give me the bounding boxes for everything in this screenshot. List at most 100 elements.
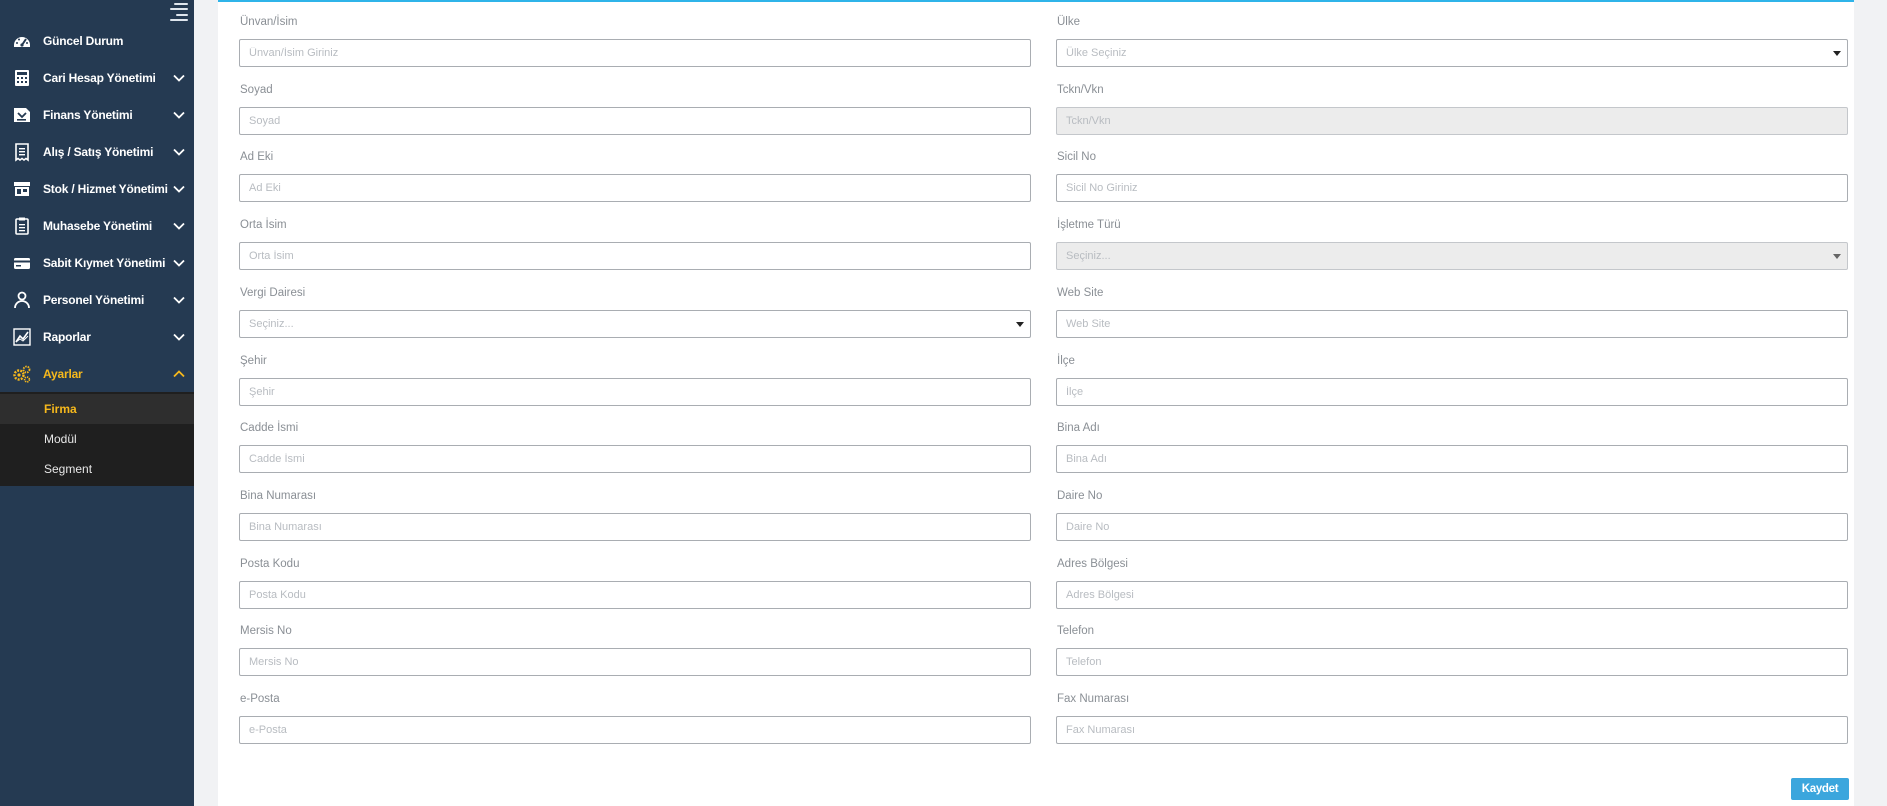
sidebar-item-label: Cari Hesap Yönetimi [43, 70, 156, 85]
soyad-label: Soyad [240, 83, 273, 96]
sidebar-item-label: Güncel Durum [43, 33, 124, 48]
sidebar-item-stok[interactable]: Stok / Hizmet Yönetimi [0, 170, 194, 207]
tckn-vkn-input [1056, 106, 1848, 135]
posta-kodu-label: Posta Kodu [240, 557, 300, 570]
menu-toggle-icon[interactable] [168, 3, 188, 21]
chart-icon [11, 326, 33, 348]
bina-numarasi-input[interactable] [239, 512, 1031, 541]
cadde-i-smi-input[interactable] [239, 445, 1031, 474]
unvan-i-sim-field-group: Ünvan/İsim [239, 13, 1031, 69]
sidebar-item-muhasebe[interactable]: Muhasebe Yönetimi [0, 207, 194, 244]
i-sletme-turu-label: İşletme Türü [1057, 219, 1121, 232]
soyad-input[interactable] [239, 106, 1031, 135]
web-site-label: Web Site [1057, 286, 1104, 299]
panel-accent-line [218, 0, 1854, 2]
chevron-down-icon [172, 219, 186, 233]
clipboard-icon [11, 215, 33, 237]
chevron-down-icon [172, 330, 186, 344]
bina-numarasi-label: Bina Numarası [240, 489, 317, 502]
sicil-no-input[interactable] [1056, 174, 1848, 203]
receipt-icon [11, 141, 33, 163]
fax-numarasi-field-group: Fax Numarası [1056, 690, 1848, 746]
vergi-dairesi-select[interactable]: Seçiniz... [239, 309, 1031, 338]
sidebar-item-alis[interactable]: Alış / Satış Yönetimi [0, 133, 194, 170]
i-sletme-turu-select: Seçiniz... [1056, 242, 1848, 271]
i-lce-label: İlçe [1057, 354, 1075, 367]
telefon-field-group: Telefon [1056, 622, 1848, 678]
sidebar-item-finans[interactable]: Finans Yönetimi [0, 96, 194, 133]
vergi-dairesi-select-placeholder: Seçiniz... [249, 317, 294, 330]
sidebar-item-sabit[interactable]: Sabit Kıymet Yönetimi [0, 244, 194, 281]
mersis-no-field-group: Mersis No [239, 622, 1031, 678]
adres-bolgesi-input[interactable] [1056, 580, 1848, 609]
bina-adi-input[interactable] [1056, 445, 1848, 474]
telefon-label: Telefon [1057, 625, 1095, 638]
tckn-vkn-label: Tckn/Vkn [1057, 83, 1104, 96]
ad-eki-field-group: Ad Eki [239, 148, 1031, 204]
posta-kodu-input[interactable] [239, 580, 1031, 609]
submenu-item-segment[interactable]: Segment [0, 454, 194, 484]
sehir-label: Şehir [240, 354, 267, 367]
sidebar-menu: Güncel Durum Cari Hesap Yönetimi Finans Yö… [0, 22, 194, 486]
sidebar: Güncel Durum Cari Hesap Yönetimi Finans Yö… [0, 0, 194, 806]
e-posta-label: e-Posta [240, 693, 280, 705]
unvan-i-sim-input[interactable] [239, 39, 1031, 67]
unvan-i-sim-label: Ünvan/İsim [240, 16, 298, 28]
chevron-up-icon [172, 367, 186, 381]
sehir-field-group: Şehir [239, 352, 1031, 408]
sidebar-item-label: Stok / Hizmet Yönetimi [43, 181, 168, 196]
sidebar-item-guncel[interactable]: Güncel Durum [0, 22, 194, 59]
e-posta-input[interactable] [239, 716, 1031, 744]
i-lce-input[interactable] [1056, 377, 1848, 406]
save-button[interactable]: Kaydet [1791, 778, 1849, 800]
web-site-input[interactable] [1056, 309, 1848, 338]
sidebar-item-label: Ayarlar [43, 366, 83, 381]
calculator-icon [11, 67, 33, 89]
chevron-down-icon [172, 293, 186, 307]
tckn-vkn-field-group: Tckn/Vkn [1056, 81, 1848, 137]
sidebar-item-ayarlar[interactable]: Ayarlar [0, 355, 194, 392]
ulke-select-placeholder: Ülke Seçiniz [1066, 47, 1127, 59]
chevron-down-icon [172, 71, 186, 85]
i-sletme-turu-field-group: İşletme Türü Seçiniz... [1056, 216, 1848, 272]
daire-no-input[interactable] [1056, 512, 1848, 541]
sidebar-item-label: Raporlar [43, 329, 91, 344]
ulke-select[interactable]: Ülke Seçiniz [1056, 39, 1848, 67]
soyad-field-group: Soyad [239, 81, 1031, 137]
submenu-item-mod-l[interactable]: Modül [0, 424, 194, 454]
caret-down-icon [1833, 254, 1841, 260]
cadde-i-smi-field-group: Cadde İsmi [239, 419, 1031, 475]
adres-bolgesi-label: Adres Bölgesi [1057, 557, 1128, 570]
settings-submenu: Firma Modül Segment [0, 392, 194, 486]
sidebar-item-label: Personel Yönetimi [43, 292, 145, 307]
ulke-field-group: Ülke Ülke Seçiniz [1056, 13, 1848, 69]
chevron-down-icon [172, 145, 186, 159]
ad-eki-input[interactable] [239, 174, 1031, 203]
sidebar-item-cari[interactable]: Cari Hesap Yönetimi [0, 59, 194, 96]
gears-icon [11, 363, 33, 385]
telefon-input[interactable] [1056, 648, 1848, 677]
submenu-item-firma[interactable]: Firma [0, 394, 194, 424]
finance-icon [11, 104, 33, 126]
daire-no-label: Daire No [1057, 489, 1103, 502]
bina-adi-label: Bina Adı [1057, 422, 1100, 435]
mersis-no-input[interactable] [239, 648, 1031, 677]
ulke-label: Ülke [1057, 16, 1081, 28]
sicil-no-label: Sicil No [1057, 151, 1096, 164]
sidebar-item-personel[interactable]: Personel Yönetimi [0, 281, 194, 318]
sidebar-item-raporlar[interactable]: Raporlar [0, 318, 194, 355]
adres-bolgesi-field-group: Adres Bölgesi [1056, 555, 1848, 611]
sidebar-item-label: Sabit Kıymet Yönetimi [43, 255, 166, 270]
e-posta-field-group: e-Posta [239, 690, 1031, 746]
fax-numarasi-input[interactable] [1056, 716, 1848, 744]
sehir-input[interactable] [239, 377, 1031, 406]
orta-i-sim-input[interactable] [239, 242, 1031, 271]
caret-down-icon [1833, 51, 1841, 56]
dashboard-icon [11, 30, 33, 52]
mersis-no-label: Mersis No [240, 625, 292, 638]
sidebar-item-label: Finans Yönetimi [43, 107, 133, 122]
posta-kodu-field-group: Posta Kodu [239, 555, 1031, 611]
web-site-field-group: Web Site [1056, 284, 1848, 340]
ad-eki-label: Ad Eki [240, 151, 274, 164]
bina-numarasi-field-group: Bina Numarası [239, 487, 1031, 543]
